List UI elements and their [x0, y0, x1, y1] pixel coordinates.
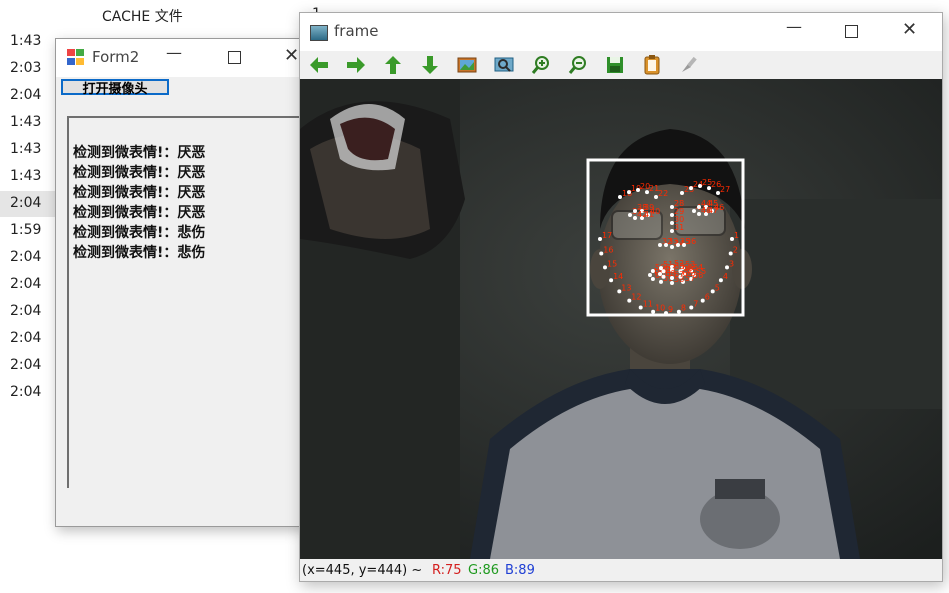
landmark-label: 16 — [603, 246, 613, 255]
opencv-window-icon — [310, 25, 328, 41]
save-icon[interactable] — [604, 54, 626, 76]
pan-down-icon[interactable] — [419, 54, 441, 76]
landmark-label: 10 — [655, 304, 665, 313]
zoom-out-icon[interactable] — [567, 54, 589, 76]
cursor-coords: (x=445, y=444) ~ — [302, 563, 423, 578]
file-time-cell: 2:04 — [10, 330, 42, 346]
log-line: 检测到微表情!：厌恶 — [73, 145, 206, 161]
status-bar: (x=445, y=444) ~ R:75 G:86 B:89 — [300, 559, 942, 581]
landmark-label: 22 — [658, 189, 668, 198]
form2-titlebar[interactable]: Form2 — ✕ — [56, 39, 306, 77]
form2-title: Form2 — [92, 48, 140, 66]
file-time-cell: 2:04 — [10, 87, 42, 103]
landmark-label: 2 — [733, 246, 738, 255]
minimize-button[interactable]: — — [166, 43, 182, 62]
frame-window: frame — ✕ 1 2 3 4 5 6 7 8 9 10 11 12 13 … — [299, 12, 943, 582]
landmark-label: 1 — [734, 231, 739, 240]
open-camera-button[interactable]: 打开摄像头 — [61, 79, 169, 96]
landmark-label: 3 — [729, 259, 734, 268]
landmark-label: 4 — [723, 272, 728, 281]
close-button[interactable]: ✕ — [902, 19, 917, 40]
close-button[interactable]: ✕ — [284, 45, 299, 66]
camera-image: 12345678910111213141516171819202122 23242… — [300, 79, 942, 559]
image-toolbar — [300, 51, 942, 79]
log-line: 检测到微表情!：厌恶 — [73, 185, 206, 201]
log-line: 检测到微表情!：悲伤 — [73, 225, 206, 241]
frame-titlebar[interactable]: frame — ✕ — [300, 13, 942, 51]
zoom-region-icon[interactable] — [493, 54, 515, 76]
landmark-label: 9 — [668, 305, 673, 314]
save-image-icon[interactable] — [456, 54, 478, 76]
pan-up-icon[interactable] — [382, 54, 404, 76]
file-time-cell: 2:04 — [10, 357, 42, 373]
file-time-cell: 2:04 — [10, 249, 42, 265]
log-line: 检测到微表情!：悲伤 — [73, 245, 206, 261]
file-time-cell: 1:43 — [10, 114, 42, 130]
file-time-cell: 2:04 — [10, 303, 42, 319]
file-time-cell: 2:04 — [10, 384, 42, 400]
landmark-label: 12 — [631, 293, 641, 302]
file-time-cell: 1:43 — [10, 141, 42, 157]
landmark-label: 7 — [693, 300, 698, 309]
copy-icon[interactable] — [641, 54, 663, 76]
pixel-b-value: B:89 — [505, 563, 535, 578]
zoom-in-icon[interactable] — [530, 54, 552, 76]
log-line: 检测到微表情!：厌恶 — [73, 205, 206, 221]
frame-title: frame — [334, 22, 379, 40]
pixel-r-value: R:75 — [432, 563, 462, 578]
landmark-label: 6 — [705, 293, 710, 302]
camera-frame-view[interactable]: 1 2 3 4 5 6 7 8 9 10 11 12 13 14 15 16 17 18 19 20 21 22 23 24 2… — [300, 79, 942, 559]
file-time-cell: 2:04 — [10, 195, 42, 211]
properties-icon[interactable] — [678, 54, 700, 76]
maximize-button[interactable] — [228, 51, 241, 64]
file-time-cell: 2:03 — [10, 60, 42, 76]
landmark-label: 11 — [643, 300, 653, 309]
landmark-label: 8 — [681, 304, 686, 313]
landmark-label: 31 — [674, 223, 684, 232]
detection-log-textbox[interactable]: 检测到微表情!：厌恶 检测到微表情!：厌恶 检测到微表情!：厌恶 检测到微表情!… — [67, 116, 299, 488]
log-line: 检测到微表情!：厌恶 — [73, 165, 206, 181]
landmark-label: 48 — [701, 206, 711, 215]
file-time-cell: 1:43 — [10, 168, 42, 184]
pan-right-icon[interactable] — [345, 54, 367, 76]
pan-left-icon[interactable] — [308, 54, 330, 76]
landmark-label: 13 — [621, 283, 631, 292]
landmark-label: 42 — [637, 210, 647, 219]
landmark-label: 27 — [720, 185, 730, 194]
file-name-cell: CACHE 文件 — [102, 9, 183, 25]
file-time-cell: 2:04 — [10, 276, 42, 292]
form-app-icon — [67, 49, 84, 65]
landmark-label: 5 — [715, 283, 720, 292]
maximize-button[interactable] — [845, 25, 858, 38]
landmark-label: 68 — [666, 269, 676, 278]
landmark-label: 14 — [613, 272, 623, 281]
form2-window: Form2 — ✕ 打开摄像头 检测到微表情!：厌恶 检测到微表情!：厌恶 检测… — [55, 38, 307, 527]
minimize-button[interactable]: — — [786, 17, 802, 36]
landmark-label: 36 — [686, 237, 696, 246]
landmark-label: 15 — [607, 259, 617, 268]
pixel-g-value: G:86 — [468, 563, 499, 578]
file-time-cell: 1:43 — [10, 33, 42, 49]
file-time-cell: 1:59 — [10, 222, 42, 238]
landmark-label: 17 — [602, 231, 612, 240]
